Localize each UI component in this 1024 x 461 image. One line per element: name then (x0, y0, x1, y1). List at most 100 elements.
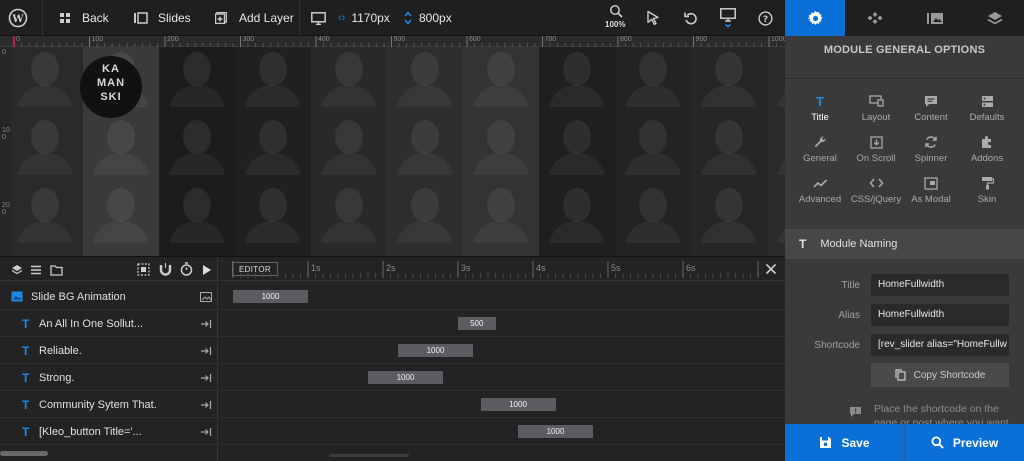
paint-roller-icon (959, 174, 1015, 192)
option-layout[interactable]: Layout (848, 92, 904, 132)
stopwatch-icon[interactable] (180, 262, 193, 281)
copy-shortcode-button[interactable]: Copy Shortcode (871, 363, 1009, 387)
save-button[interactable]: Save (785, 424, 904, 461)
row-label: Slide BG Animation (31, 290, 126, 303)
timeline-scroll-handle[interactable] (329, 454, 409, 457)
timeline-bar[interactable]: 1000 (518, 425, 593, 438)
photo-tile (539, 175, 615, 243)
timeline-tick-label: 4s (536, 263, 546, 273)
option-spinner[interactable]: Spinner (903, 133, 959, 173)
layer-end-icon[interactable] (200, 364, 212, 391)
responsive-view-icon[interactable] (720, 0, 736, 36)
wordpress-logo-icon[interactable]: W (8, 0, 28, 36)
option-skin[interactable]: Skin (959, 174, 1015, 214)
tab-module-settings[interactable] (785, 0, 845, 36)
timeline-row[interactable]: T Community Sytem That. 1000 (0, 391, 785, 418)
timeline-row[interactable]: T Reliable. 1000 (0, 337, 785, 364)
help-icon[interactable]: ? (758, 0, 773, 36)
height-field[interactable]: 800px (404, 0, 452, 36)
shortcode-input[interactable]: [rev_slider alias="HomeFullw (871, 334, 1009, 356)
slide-settings-icon[interactable] (200, 283, 212, 310)
option-defaults[interactable]: Defaults (959, 92, 1015, 132)
photo-tile (539, 107, 615, 175)
timeline-bar[interactable]: 1000 (398, 344, 473, 357)
shortcode-field-label: Shortcode (814, 340, 860, 351)
photo-tile (11, 47, 83, 107)
preview-button[interactable]: Preview (905, 424, 1024, 461)
cursor-tool-icon[interactable] (646, 0, 660, 36)
copy-shortcode-label: Copy Shortcode (913, 369, 986, 381)
photo-tile (387, 175, 463, 243)
add-layer-label: Add Layer (239, 11, 294, 25)
ruler-label: 200 (167, 36, 179, 43)
photo-tile (159, 107, 235, 175)
search-icon (931, 436, 944, 449)
option-title[interactable]: T Title (792, 92, 848, 132)
photo-tile (691, 243, 767, 256)
timeline-row[interactable]: T Strong. 1000 (0, 364, 785, 391)
ruler-label: 100 (2, 127, 10, 141)
alias-input[interactable]: HomeFullwidth (871, 304, 1009, 326)
timeline-bar[interactable]: 1000 (368, 371, 443, 384)
zoom-button[interactable] (609, 0, 623, 36)
width-field[interactable]: ‹› 1170px (338, 0, 390, 36)
timeline-row[interactable]: T An All In One Sollut... 500 (0, 310, 785, 337)
timeline-row[interactable]: T [Kleo_button Title='... 1000 (0, 418, 785, 445)
layer-end-icon[interactable] (200, 391, 212, 418)
modal-icon (903, 174, 959, 192)
option-content[interactable]: Content (903, 92, 959, 132)
tab-navigation[interactable] (845, 0, 905, 36)
floppy-disk-icon (820, 437, 832, 448)
timeline-bar[interactable]: 1000 (233, 290, 308, 303)
kamanski-logo: KA MAN SKI (80, 56, 142, 118)
slide-canvas[interactable]: KA MAN SKI (11, 47, 785, 256)
option-general[interactable]: General (792, 133, 848, 173)
width-value: 1170px (351, 11, 390, 25)
title-icon: T (816, 93, 824, 109)
tab-slide[interactable] (905, 0, 965, 36)
add-layer-button[interactable]: Add Layer (215, 0, 294, 36)
preview-label: Preview (952, 435, 999, 450)
title-input[interactable]: HomeFullwidth (871, 274, 1009, 296)
module-naming-label: Module Naming (820, 238, 898, 250)
option-on-scroll[interactable]: On Scroll (848, 133, 904, 173)
layer-end-icon[interactable] (200, 337, 212, 364)
gamepad-icon (867, 12, 883, 24)
horizontal-scrollbar[interactable] (0, 451, 48, 456)
photo-tile (11, 243, 83, 256)
timeline-tick-label: 5s (611, 263, 621, 273)
slides-button[interactable]: Slides (134, 0, 191, 36)
layer-end-icon[interactable] (200, 418, 212, 445)
timeline-row-slide-bg[interactable]: Slide BG Animation 1000 (0, 283, 785, 310)
code-icon (848, 174, 904, 192)
option-label: CSS/jQuery (850, 194, 902, 205)
title-field-label: Title (841, 280, 860, 291)
back-button[interactable]: Back (59, 0, 109, 36)
ruler-label: 600 (469, 36, 481, 43)
close-timeline-icon[interactable] (765, 262, 777, 280)
option-addons[interactable]: Addons (959, 133, 1015, 173)
option-label: Skin (977, 194, 997, 205)
magnet-icon[interactable] (159, 263, 172, 281)
device-desktop-icon[interactable] (311, 0, 326, 36)
gear-icon (807, 10, 823, 25)
layers-stack-icon[interactable] (11, 263, 23, 281)
list-view-icon[interactable] (30, 263, 42, 281)
timeline-bar[interactable]: 1000 (480, 398, 556, 411)
undo-icon[interactable] (684, 0, 698, 36)
layer-end-icon[interactable] (200, 310, 212, 337)
folder-icon[interactable] (50, 263, 63, 281)
option-css-jquery[interactable]: CSS/jQuery (848, 174, 904, 214)
row-label: [Kleo_button Title='... (39, 425, 142, 438)
ruler-label: 900 (695, 36, 708, 43)
module-naming-header[interactable]: T Module Naming (785, 229, 1024, 259)
timeline-bar[interactable]: 500 (458, 317, 496, 330)
slide-bg-icon (11, 283, 23, 310)
tab-layers[interactable] (965, 0, 1024, 36)
option-advanced[interactable]: Advanced (792, 174, 848, 214)
copy-icon (895, 369, 906, 381)
photo-tile (311, 243, 387, 256)
play-icon[interactable] (202, 263, 212, 281)
option-as-modal[interactable]: As Modal (903, 174, 959, 214)
select-area-icon[interactable] (137, 263, 150, 281)
